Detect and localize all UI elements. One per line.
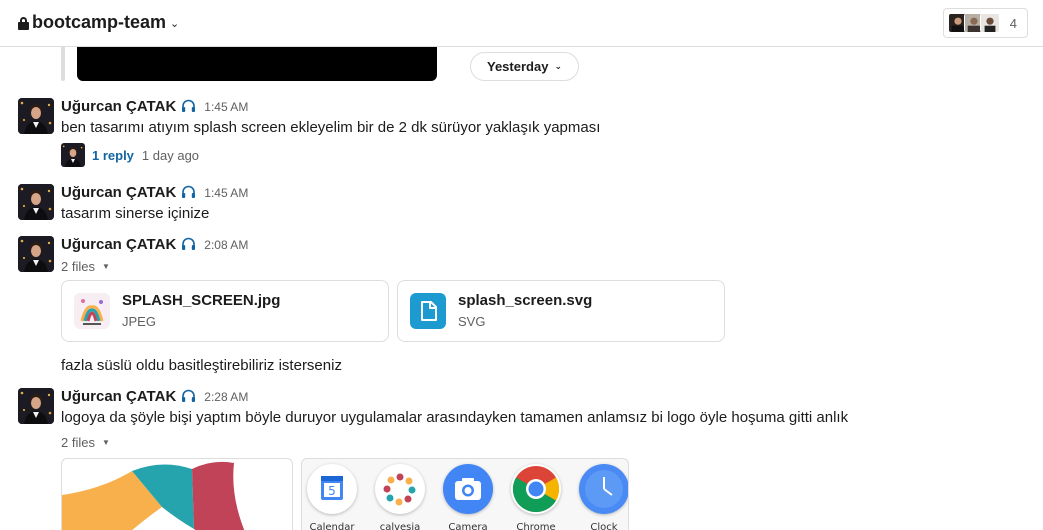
file-attachment[interactable]: SPLASH_SCREEN.jpg JPEG (61, 280, 389, 342)
headphones-icon (182, 389, 196, 402)
avatar[interactable] (18, 98, 54, 134)
message-text: ben tasarımı atıyım splash screen ekleye… (61, 119, 601, 136)
app-tile: 5 Calendar (302, 464, 362, 530)
app-label: Chrome (516, 522, 556, 530)
calvesia-logo-icon (375, 464, 425, 514)
files-toggle[interactable]: 2 files ▼ (61, 435, 110, 450)
date-divider-label: Yesterday (487, 59, 549, 74)
message-timestamp[interactable]: 2:28 AM (204, 390, 248, 404)
message-author[interactable]: Uğurcan ÇATAK (61, 184, 176, 201)
logo-image-preview[interactable] (61, 458, 293, 530)
channel-name-button[interactable]: bootcamp-team ⌄ (18, 12, 179, 33)
file-icon (410, 293, 446, 329)
chevron-down-icon: ⌄ (170, 18, 180, 30)
app-label: Camera (448, 522, 488, 530)
calendar-icon: 5 (307, 464, 357, 514)
file-name: splash_screen.svg (458, 292, 593, 309)
camera-icon (443, 464, 493, 514)
message-text: logoya da şöyle bişi yaptım böyle duruyo… (61, 409, 849, 426)
message-author[interactable]: Uğurcan ÇATAK (61, 98, 176, 115)
reply-count-link[interactable]: 1 reply (92, 148, 134, 163)
previous-attachment-quote-bar (61, 47, 65, 81)
files-toggle[interactable]: 2 files ▼ (61, 259, 110, 274)
message-text: fazla süslü oldu basitleştirebiliriz ist… (61, 357, 342, 374)
app-label: Calendar (309, 522, 355, 530)
file-type: SVG (458, 314, 486, 329)
message-author[interactable]: Uğurcan ÇATAK (61, 236, 176, 253)
file-attachment[interactable]: splash_screen.svg SVG (397, 280, 725, 342)
channel-name: bootcamp-team (32, 12, 167, 32)
member-list-button[interactable]: 4 (942, 8, 1028, 38)
file-type: JPEG (122, 314, 156, 329)
thread-replies[interactable]: 1 reply 1 day ago (61, 143, 199, 167)
app-grid-preview[interactable]: 5 Calendar calvesia Camera Chrome Clock (301, 458, 629, 530)
headphones-icon (182, 185, 196, 198)
caret-down-icon: ▼ (101, 438, 110, 447)
file-name: SPLASH_SCREEN.jpg (122, 292, 281, 309)
chevron-down-icon: ⌄ (554, 61, 562, 71)
app-tile: calvesia (370, 464, 430, 530)
message-text: tasarım sinerse içinize (61, 205, 210, 222)
reply-avatar (61, 143, 85, 167)
message-timestamp[interactable]: 2:08 AM (204, 238, 248, 252)
app-label: calvesia (379, 522, 421, 530)
app-tile: Camera (438, 464, 498, 530)
message-timestamp[interactable]: 1:45 AM (204, 186, 248, 200)
caret-down-icon: ▼ (101, 262, 110, 271)
app-label: Clock (590, 522, 618, 530)
avatar[interactable] (18, 184, 54, 220)
message-author[interactable]: Uğurcan ÇATAK (61, 388, 176, 405)
channel-header: bootcamp-team ⌄ 4 (0, 0, 1043, 47)
message-timestamp[interactable]: 1:45 AM (204, 100, 248, 114)
calvesia-logo-image (62, 461, 245, 530)
last-reply-time: 1 day ago (141, 147, 200, 163)
calendar-digit: 5 (328, 484, 336, 498)
files-count-label: 2 files (61, 259, 95, 274)
avatar[interactable] (18, 236, 54, 272)
lock-icon (18, 17, 29, 30)
avatar[interactable] (18, 388, 54, 424)
app-tile: Clock (574, 464, 628, 530)
member-avatar (979, 13, 1000, 33)
headphones-icon (182, 237, 196, 250)
member-count: 4 (1009, 15, 1017, 31)
image-thumbnail (74, 293, 110, 329)
app-tile: Chrome (506, 464, 566, 530)
clock-icon (579, 464, 628, 514)
files-count-label: 2 files (61, 435, 95, 450)
date-divider-button[interactable]: Yesterday ⌄ (470, 52, 579, 81)
chrome-icon (511, 464, 561, 514)
headphones-icon (182, 99, 196, 112)
previous-attachment-preview[interactable] (77, 47, 437, 81)
